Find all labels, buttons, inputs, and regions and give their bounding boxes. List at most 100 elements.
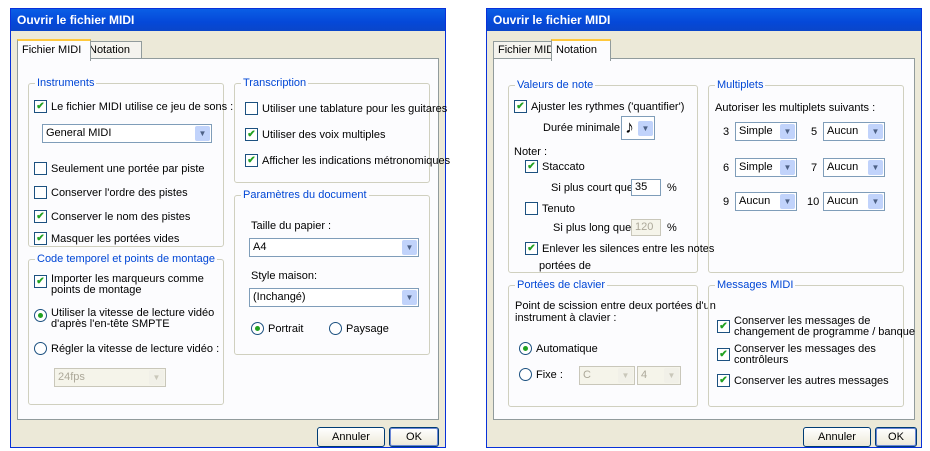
checkmark-icon: ✔ (717, 320, 730, 333)
tab-midi-file[interactable]: Fichier MIDI (493, 41, 558, 59)
tab-panel: Instruments ✔ Le fichier MIDI utilise ce… (17, 58, 450, 420)
dialog-title: Ouvrir le fichier MIDI (487, 9, 921, 31)
chevron-down-icon: ▼ (780, 194, 795, 209)
remove-rests-label-2: portées de (539, 260, 591, 272)
tuplet-7-select[interactable]: Aucun ▼ (823, 158, 885, 177)
instruments-label: Instruments (35, 77, 97, 89)
keep-order-checkbox[interactable]: Conserver l'ordre des pistes (34, 186, 188, 199)
tuplet-3-select[interactable]: Simple ▼ (735, 122, 797, 141)
staccato-checkbox[interactable]: ✔ Staccato (525, 160, 585, 173)
ok-button[interactable]: OK (875, 427, 917, 447)
keep-names-checkbox[interactable]: ✔ Conserver le nom des pistes (34, 210, 190, 223)
ok-button[interactable]: OK (389, 427, 439, 447)
tuplet-number: 5 (811, 126, 818, 138)
chevron-down-icon: ▼ (780, 160, 795, 175)
hide-empty-checkbox[interactable]: ✔ Masquer les portées vides (34, 232, 179, 245)
transcription-group: Transcription Utiliser une tablature pou… (234, 77, 450, 183)
keep-others-checkbox[interactable]: ✔ Conserver les autres messages (717, 374, 889, 387)
transcription-label: Transcription (241, 77, 309, 89)
note-values-group: Valeurs de note ✔ Ajuster les rythmes ('… (508, 79, 714, 273)
multi-voices-checkbox[interactable]: ✔ Utiliser des voix multiples (245, 128, 385, 141)
tuplets-label: Multiplets (715, 79, 766, 91)
keep-program-checkbox[interactable]: ✔ Conserver les messages de changement de… (717, 316, 915, 338)
use-sound-set-checkbox[interactable]: ✔ Le fichier MIDI utilise ce jeu de sons… (34, 100, 233, 113)
style-select[interactable]: (Inchangé) ▼ (249, 288, 419, 307)
tab-panel: Valeurs de note ✔ Ajuster les rythmes ('… (493, 58, 915, 420)
split-note-select[interactable]: C ▼ (579, 366, 635, 385)
landscape-radio[interactable]: Paysage (329, 322, 389, 335)
instruments-group: Instruments ✔ Le fichier MIDI utilise ce… (28, 77, 233, 247)
tuplets-group: Multiplets Autoriser les multiplets suiv… (708, 79, 904, 273)
paper-label: Taille du papier : (251, 220, 332, 232)
tuplet-9-select[interactable]: Aucun ▼ (735, 192, 797, 211)
timecode-label: Code temporel et points de montage (35, 253, 217, 265)
tenuto-checkbox[interactable]: Tenuto (525, 202, 575, 215)
chevron-down-icon: ▼ (195, 126, 210, 141)
chevron-down-icon: ▼ (402, 290, 417, 305)
keyboard-label: Portées de clavier (515, 279, 608, 291)
shorter-than-label: Si plus court que : (551, 182, 640, 194)
tuplet-number: 9 (723, 196, 730, 208)
checkmark-icon: ✔ (514, 100, 527, 113)
set-speed-radio[interactable]: Régler la vitesse de lecture vidéo : (34, 342, 219, 355)
dialog-midi-file: Ouvrir le fichier MIDI Fichier MIDI Nota… (10, 8, 450, 448)
staccato-input[interactable]: 35 (631, 179, 661, 196)
checkmark-icon: ✔ (717, 374, 730, 387)
eighth-note-icon: ♪ (625, 117, 634, 137)
checkmark-icon: ✔ (245, 128, 258, 141)
chevron-down-icon: ▼ (868, 194, 883, 209)
document-label: Paramètres du document (241, 189, 369, 201)
tuplet-10-select[interactable]: Aucun ▼ (823, 192, 885, 211)
checkmark-icon: ✔ (34, 210, 47, 223)
longer-than-label: Si plus long que : (553, 222, 638, 234)
import-markers-checkbox[interactable]: ✔ Importer les marqueurs comme points de … (34, 274, 204, 296)
metronome-checkbox[interactable]: ✔ Afficher les indications métronomiques (245, 154, 450, 167)
chevron-down-icon: ▼ (638, 121, 653, 136)
style-label: Style maison: (251, 270, 318, 282)
portrait-radio[interactable]: Portrait (251, 322, 303, 335)
midi-messages-group: Messages MIDI ✔ Conserver les messages d… (708, 279, 915, 407)
quantize-checkbox[interactable]: ✔ Ajuster les rythmes ('quantifier') (514, 100, 684, 113)
tab-notation[interactable]: Notation (551, 39, 611, 61)
percent-label: % (667, 182, 677, 194)
checkmark-icon: ✔ (34, 232, 47, 245)
cancel-button[interactable]: Annuler (317, 427, 385, 447)
split-octave-select[interactable]: 4 ▼ (637, 366, 681, 385)
fixed-radio[interactable]: Fixe : (519, 368, 563, 381)
checkmark-icon: ✔ (245, 154, 258, 167)
keep-controllers-checkbox[interactable]: ✔ Conserver les messages des contrôleurs (717, 344, 876, 366)
midi-messages-label: Messages MIDI (715, 279, 796, 291)
checkmark-icon: ✔ (34, 100, 47, 113)
checkmark-icon: ✔ (525, 160, 538, 173)
tablature-checkbox[interactable]: Utiliser une tablature pour les guitares (245, 102, 447, 115)
use-smpte-radio[interactable]: Utiliser la vitesse de lecture vidéo d'ap… (34, 308, 214, 330)
document-group: Paramètres du document Taille du papier … (234, 189, 430, 355)
noter-label: Noter : (514, 146, 548, 158)
tuplet-number: 6 (723, 162, 730, 174)
remove-rests-checkbox[interactable]: ✔ Enlever les silences entre les notes (525, 242, 714, 255)
one-staff-checkbox[interactable]: Seulement une portée par piste (34, 162, 205, 175)
dialog-midi-notation: Ouvrir le fichier MIDI Fichier MIDI Nota… (486, 8, 922, 448)
chevron-down-icon: ▼ (868, 160, 883, 175)
cancel-button[interactable]: Annuler (803, 427, 871, 447)
sound-set-select[interactable]: General MIDI ▼ (42, 124, 212, 143)
checkmark-icon: ✔ (717, 348, 730, 361)
tab-notation[interactable]: Notation (84, 41, 142, 59)
checkmark-icon: ✔ (525, 242, 538, 255)
auto-radio[interactable]: Automatique (519, 342, 598, 355)
tab-midi-file[interactable]: Fichier MIDI (17, 39, 91, 61)
note-values-label: Valeurs de note (515, 79, 596, 91)
tuplet-5-select[interactable]: Aucun ▼ (823, 122, 885, 141)
chevron-down-icon: ▼ (618, 368, 633, 383)
chevron-down-icon: ▼ (149, 370, 164, 385)
tenuto-input[interactable]: 120 (631, 219, 661, 236)
tuplet-number: 7 (811, 162, 818, 174)
tuplet-6-select[interactable]: Simple ▼ (735, 158, 797, 177)
checkmark-icon: ✔ (34, 275, 47, 288)
paper-select[interactable]: A4 ▼ (249, 238, 419, 257)
min-duration-select[interactable]: ♪ ▼ (621, 116, 655, 140)
chevron-down-icon: ▼ (868, 124, 883, 139)
allow-tuplets-label: Autoriser les multiplets suivants : (715, 102, 876, 114)
fps-select[interactable]: 24fps ▼ (54, 368, 166, 387)
keyboard-group: Portées de clavier Point de scission ent… (508, 279, 716, 407)
